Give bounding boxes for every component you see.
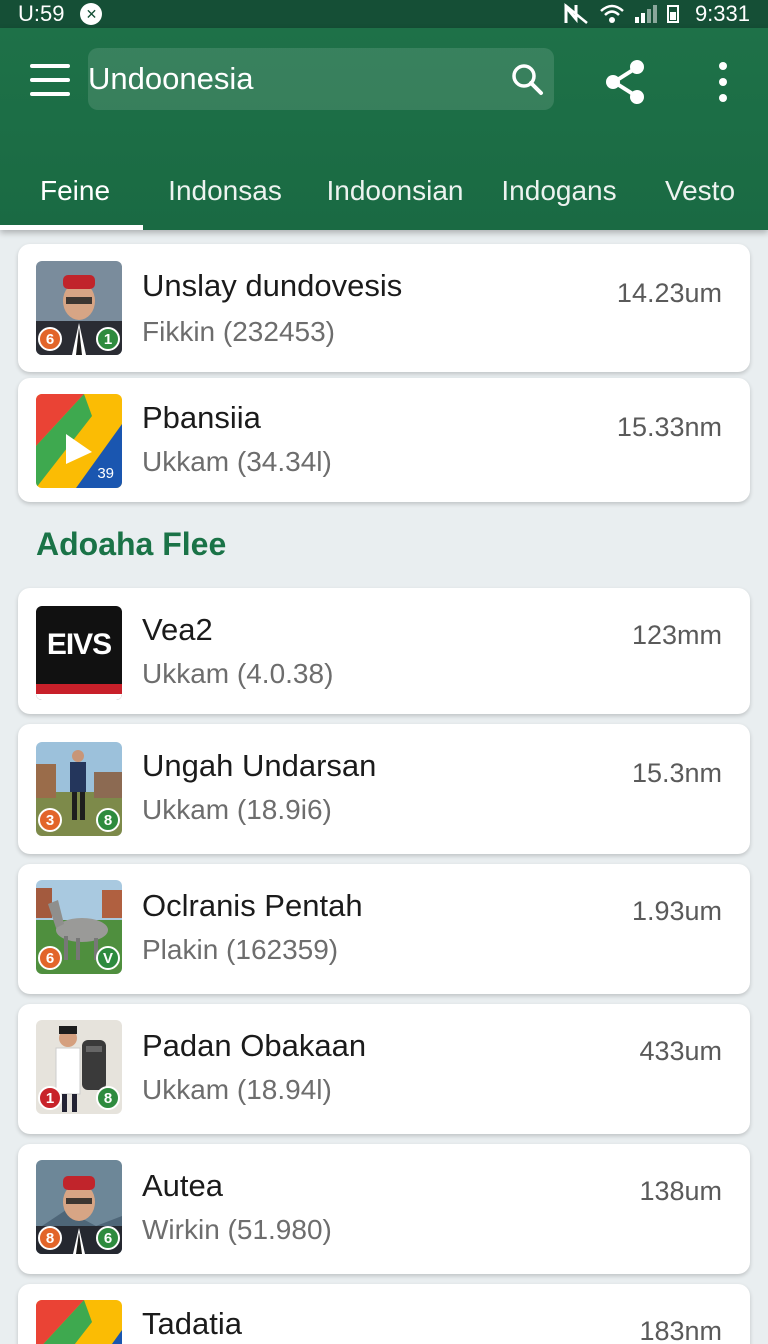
item-size: 183nm	[639, 1316, 722, 1344]
item-subtitle: Ukkam (4.0.38)	[142, 658, 334, 689]
share-icon[interactable]	[600, 56, 652, 108]
item-title: Tadatia	[142, 1306, 242, 1341]
badge-number: 39	[97, 465, 114, 482]
maps-logo-icon	[36, 1300, 122, 1344]
badge-right: 8	[96, 1086, 120, 1110]
item-title: Oclranis Pentah	[142, 888, 363, 923]
tab-vesto[interactable]: Vesto	[640, 152, 760, 230]
search-value[interactable]: Undoonesia	[88, 48, 500, 110]
list-item[interactable]: 6 V Oclranis Pentah Plakin (162359) 1.93…	[18, 864, 750, 994]
list-item[interactable]: 1 8 Padan Obakaan Ukkam (18.94l) 433um	[18, 1004, 750, 1134]
tab-indonsas[interactable]: Indonsas	[150, 152, 300, 230]
status-bar: U:59 ✕ 9:331	[0, 0, 768, 28]
nfc-icon	[564, 3, 588, 24]
tab-bar: Feine Indonsas Indoonsian Indogans Vesto	[0, 152, 768, 230]
signal-icon	[634, 5, 657, 23]
tab-feine[interactable]: Feine	[0, 152, 150, 230]
evs-logo-icon: EIVS	[36, 606, 122, 700]
item-thumbnail: 6 V	[36, 880, 122, 974]
item-thumbnail: 6 1	[36, 261, 122, 355]
item-title: Unslay dundovesis	[142, 268, 403, 303]
item-size: 138um	[639, 1176, 722, 1206]
item-title: Autea	[142, 1168, 224, 1203]
item-size: 1.93um	[631, 896, 722, 926]
list-item[interactable]: 6 1 Unslay dundovesis Fikkin (232453) 14…	[18, 244, 750, 372]
tab-indoonsian[interactable]: Indoonsian	[310, 152, 480, 230]
search-input[interactable]: Undoonesia	[88, 48, 554, 110]
list-item[interactable]: EIVS Vea2 Ukkam (4.0.38) 123mm	[18, 588, 750, 714]
status-clock: 9:331	[694, 1, 750, 26]
item-size: 15.3nm	[631, 758, 722, 788]
badge-right: 6	[96, 1226, 120, 1250]
item-title: Pbansiia	[142, 400, 261, 435]
status-icons	[563, 3, 679, 25]
status-time: U:59	[18, 1, 65, 26]
more-vert-icon[interactable]	[708, 56, 738, 108]
status-left: U:59 ✕	[18, 1, 103, 27]
battery-icon	[666, 5, 679, 23]
badge-left: 3	[38, 808, 62, 832]
list-item[interactable]: 8 6 Autea Wirkin (51.980) 138um	[18, 1144, 750, 1274]
item-size: 15.33nm	[616, 412, 722, 442]
item-subtitle: Ukkam (18.94l)	[142, 1074, 332, 1105]
badge-left: 8	[38, 1226, 62, 1250]
item-title: Padan Obakaan	[142, 1028, 367, 1063]
badge-right: 8	[96, 808, 120, 832]
list-item[interactable]: 39 Pbansiia Ukkam (34.34l) 15.33nm	[18, 378, 750, 502]
tab-indicator	[0, 225, 143, 230]
item-subtitle: Ukkam (34.34l)	[142, 446, 332, 477]
item-size: 123mm	[631, 620, 722, 650]
app-bar: Undoonesia Feine Indonsas Indoonsian Ind…	[0, 28, 768, 230]
list-item[interactable]: 3 8 Ungah Undarsan Ukkam (18.9i6) 15.3nm	[18, 724, 750, 854]
item-subtitle: Plakin (162359)	[142, 934, 339, 965]
badge-left: 1	[38, 1086, 62, 1110]
badge-right: V	[96, 946, 120, 970]
item-size: 14.23um	[616, 278, 722, 308]
maps-logo-icon: 39	[36, 394, 122, 488]
item-title: Vea2	[142, 612, 213, 647]
status-right: 9:331	[563, 1, 750, 27]
search-icon[interactable]	[500, 48, 554, 110]
item-thumbnail: 3 8	[36, 742, 122, 836]
menu-icon[interactable]	[30, 64, 70, 96]
item-subtitle: Fikkin (232453)	[142, 316, 335, 347]
section-header: Adoaha Flee	[36, 526, 227, 562]
wifi-icon	[600, 4, 624, 23]
item-thumbnail: 8 6	[36, 1160, 122, 1254]
badge-left: 6	[38, 946, 62, 970]
item-subtitle: Wirkin (51.980)	[142, 1214, 332, 1245]
item-thumbnail: 1 8	[36, 1020, 122, 1114]
item-title: Ungah Undarsan	[142, 748, 377, 783]
tab-indogans[interactable]: Indogans	[490, 152, 628, 230]
logo-text: EIVS	[46, 628, 112, 661]
badge-left: 6	[38, 327, 62, 351]
list-item[interactable]: Tadatia 183nm	[18, 1284, 750, 1344]
item-subtitle: Ukkam (18.9i6)	[142, 794, 332, 825]
notification-icon: ✕	[80, 3, 103, 25]
badge-right: 1	[96, 327, 120, 351]
item-size: 433um	[639, 1036, 722, 1066]
